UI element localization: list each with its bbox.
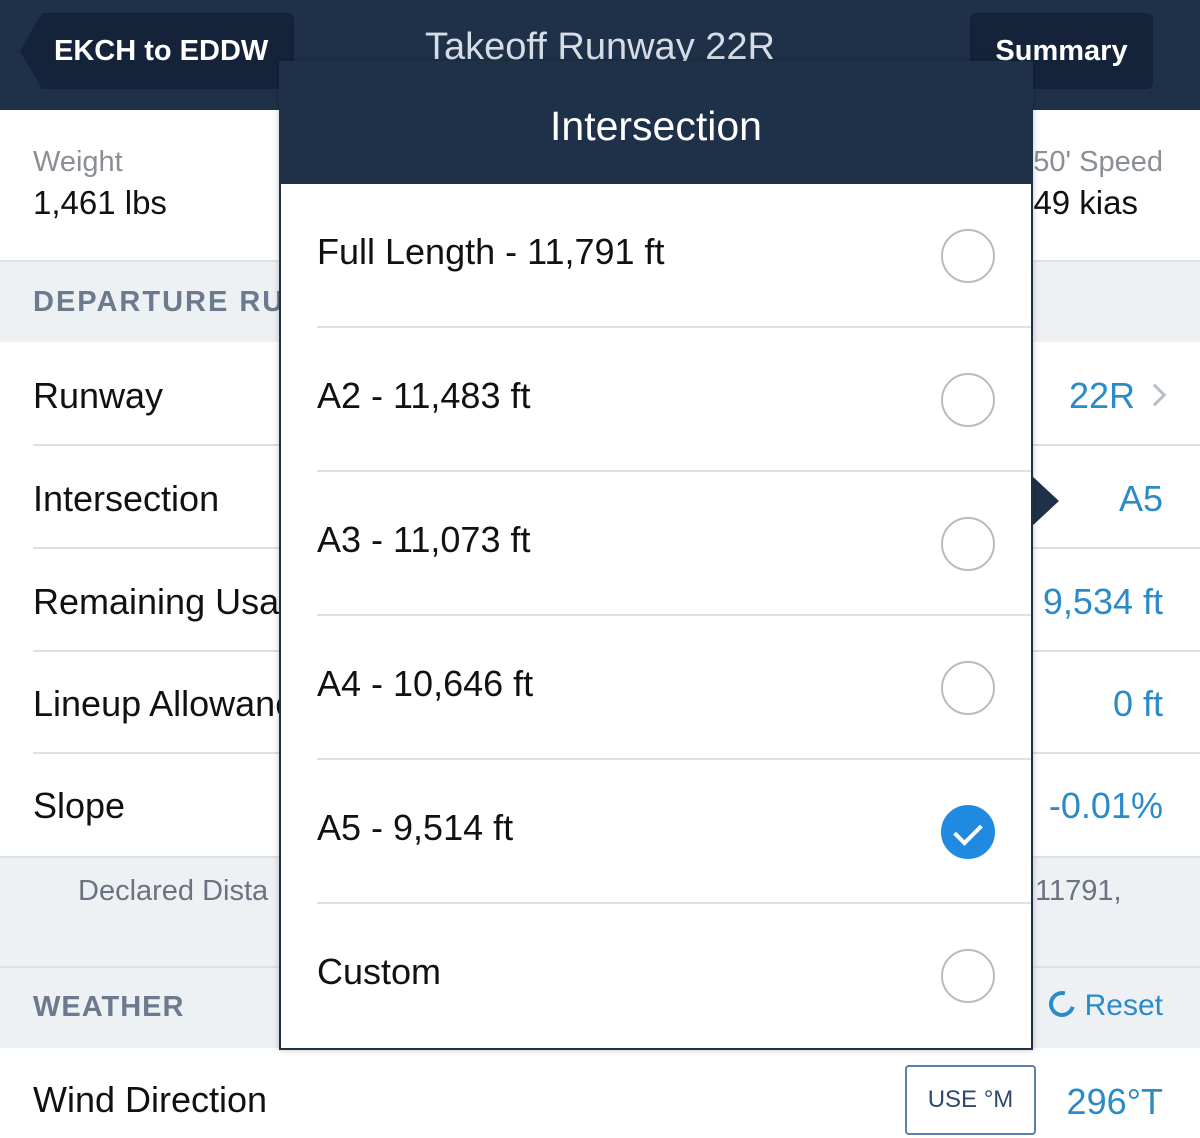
- option-label: Full Length - 11,791 ft: [317, 231, 665, 272]
- speed-value: 49 kias: [1033, 184, 1138, 221]
- lineup-allowance-label: Lineup Allowance: [33, 683, 314, 724]
- declared-distances-value: 11791,: [1035, 875, 1122, 907]
- radio-unchecked-icon[interactable]: [941, 661, 995, 715]
- runway-row-label[interactable]: Runway: [33, 375, 163, 417]
- speed-label: 50' Speed: [1033, 146, 1163, 178]
- use-magnetic-button[interactable]: USE °M: [905, 1065, 1036, 1135]
- option-label: A4 - 10,646 ft: [317, 663, 534, 704]
- weight-value: 1,461 lbs: [33, 184, 167, 221]
- radio-checked-icon[interactable]: [941, 805, 995, 859]
- lineup-allowance-value[interactable]: 0 ft: [1113, 683, 1163, 725]
- option-label: A2 - 11,483 ft: [317, 375, 531, 416]
- option-full-length[interactable]: Full Length - 11,791 ft: [281, 184, 1031, 328]
- wind-direction-value[interactable]: 296°T: [1067, 1081, 1163, 1123]
- popover-arrow: [1031, 475, 1059, 527]
- intersection-popover: Intersection Full Length - 11,791 ft A2 …: [279, 61, 1033, 1050]
- option-label: A3 - 11,073 ft: [317, 519, 531, 560]
- option-label: Custom: [317, 951, 442, 992]
- intersection-row-value[interactable]: A5: [1119, 478, 1163, 520]
- back-button-label: EKCH to EDDW: [54, 35, 269, 67]
- weather-section-label: WEATHER: [33, 991, 185, 1023]
- reset-label: Reset: [1084, 989, 1163, 1022]
- option-custom[interactable]: Custom: [281, 904, 1031, 1048]
- slope-label: Slope: [33, 785, 126, 826]
- intersection-row-label[interactable]: Intersection: [33, 478, 219, 520]
- radio-unchecked-icon[interactable]: [941, 517, 995, 571]
- weight-label: Weight: [33, 146, 123, 178]
- chevron-right-icon: [1143, 384, 1167, 407]
- radio-unchecked-icon[interactable]: [941, 949, 995, 1003]
- reset-icon: [1043, 986, 1080, 1022]
- back-button[interactable]: EKCH to EDDW: [20, 13, 294, 89]
- option-a5[interactable]: A5 - 9,514 ft: [281, 760, 1031, 904]
- remaining-usable-value[interactable]: 9,534 ft: [1043, 581, 1163, 623]
- runway-value: 22R: [1068, 375, 1135, 416]
- radio-unchecked-icon[interactable]: [941, 373, 995, 427]
- option-a2[interactable]: A2 - 11,483 ft: [281, 328, 1031, 472]
- wind-direction-label: Wind Direction: [33, 1079, 268, 1120]
- popover-header: Intersection: [281, 63, 1031, 184]
- option-a3[interactable]: A3 - 11,073 ft: [281, 472, 1031, 616]
- reset-button[interactable]: Reset: [1043, 986, 1163, 1023]
- radio-unchecked-icon[interactable]: [941, 229, 995, 283]
- slope-value[interactable]: -0.01%: [1049, 785, 1163, 827]
- declared-distances-label: Declared Dista: [78, 875, 269, 907]
- option-a4[interactable]: A4 - 10,646 ft: [281, 616, 1031, 760]
- option-label: A5 - 9,514 ft: [317, 807, 514, 848]
- popover-title: Intersection: [550, 103, 762, 149]
- runway-row-value[interactable]: 22R: [1068, 375, 1167, 417]
